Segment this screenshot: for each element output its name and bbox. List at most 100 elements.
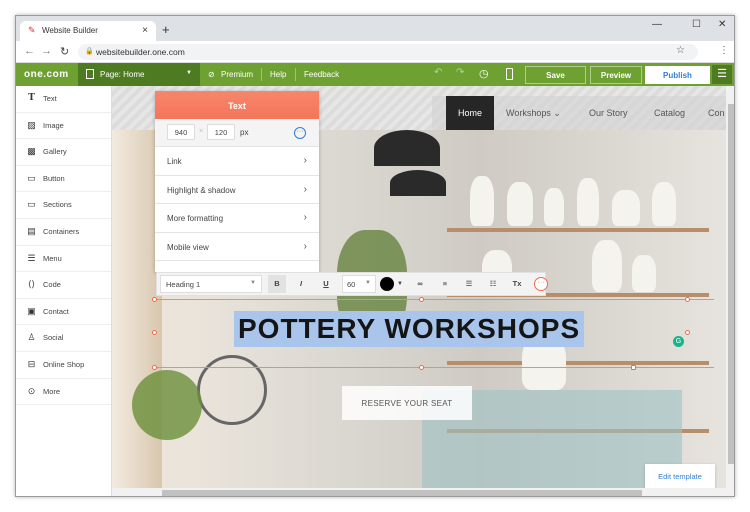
premium-icon: ⊘ bbox=[208, 70, 215, 79]
chevron-down-icon: ⌄ bbox=[553, 108, 561, 118]
minimize-icon[interactable]: — bbox=[652, 19, 662, 30]
panel-row-label: More formatting bbox=[167, 214, 224, 223]
font-size-select[interactable]: 60 ▼ bbox=[342, 275, 376, 293]
unit-label: px bbox=[240, 128, 249, 137]
sidebar-item-social[interactable]: ♙ Social bbox=[16, 325, 111, 352]
browser-menu-icon[interactable]: ⋮ bbox=[719, 45, 729, 56]
url-input[interactable]: 🔒 websitebuilder.one.com bbox=[78, 44, 698, 60]
sidebar-item-image[interactable]: ▨ Image bbox=[16, 113, 111, 140]
sidebar-item-text[interactable]: T Text bbox=[16, 86, 111, 113]
address-bar: ← → ↻ 🔒 websitebuilder.one.com ☆ ⋮ bbox=[16, 41, 734, 63]
clear-format-button[interactable]: Tx bbox=[508, 275, 526, 293]
reserve-seat-button[interactable]: RESERVE YOUR SEAT bbox=[342, 386, 472, 420]
bold-button[interactable]: B bbox=[268, 275, 286, 293]
italic-button[interactable]: I bbox=[292, 275, 310, 293]
panel-row-label: Highlight & shadow bbox=[167, 185, 236, 195]
sidebar-item-label: Code bbox=[43, 280, 61, 290]
sidebar-item-more[interactable]: ⊙ More bbox=[16, 379, 111, 406]
site-nav-home[interactable]: Home bbox=[446, 96, 494, 130]
redo-icon[interactable]: ↷ bbox=[456, 67, 464, 78]
panel-title: Text bbox=[155, 91, 319, 119]
panel-row-highlight-shadow[interactable]: Highlight & shadow › bbox=[155, 176, 319, 204]
chevron-right-icon: › bbox=[303, 212, 307, 223]
site-nav-catalog[interactable]: Catalog bbox=[654, 108, 685, 118]
vertical-scrollbar[interactable] bbox=[726, 86, 734, 488]
sidebar-item-label: Online Shop bbox=[43, 359, 85, 369]
text-icon: T bbox=[28, 93, 35, 103]
bullet-list-icon[interactable]: ☷ bbox=[484, 275, 502, 293]
panel-row-mobile-view[interactable]: Mobile view › bbox=[155, 233, 319, 261]
panel-row-link[interactable]: Link › bbox=[155, 147, 319, 176]
back-icon[interactable]: ← bbox=[24, 45, 35, 57]
text-settings-panel: Text 940 × 120 px ··· Link › Highlight & s… bbox=[155, 91, 319, 272]
button-icon: ▭ bbox=[27, 172, 36, 183]
edit-template-button[interactable]: Edit template bbox=[645, 464, 715, 488]
horizontal-scrollbar[interactable] bbox=[112, 488, 734, 496]
text-format-toolbar: Heading 1 ▼ B I U 60 ▼ ▼ ∞ ≡ ☰ ☷ Tx ··· bbox=[156, 272, 548, 296]
undo-icon[interactable]: ↶ bbox=[434, 67, 442, 78]
text-style-select[interactable]: Heading 1 ▼ bbox=[160, 275, 262, 293]
sidebar-item-label: Button bbox=[43, 173, 65, 183]
close-window-icon[interactable]: ✕ bbox=[718, 19, 726, 30]
feedback-link[interactable]: Feedback bbox=[304, 70, 339, 79]
align-center-icon[interactable]: ≡ bbox=[436, 275, 454, 293]
publish-button[interactable]: Publish bbox=[645, 66, 710, 84]
width-input[interactable]: 940 bbox=[167, 124, 195, 140]
forward-icon[interactable]: → bbox=[41, 45, 52, 57]
numbered-list-icon[interactable]: ☰ bbox=[460, 275, 478, 293]
caret-down-icon[interactable]: ▼ bbox=[397, 281, 403, 287]
link-icon[interactable]: ∞ bbox=[411, 275, 429, 293]
bookmark-star-icon[interactable]: ☆ bbox=[676, 45, 685, 56]
panel-row-label: Mobile view bbox=[167, 242, 209, 252]
caret-down-icon: ▼ bbox=[186, 70, 192, 76]
chevron-right-icon: › bbox=[303, 183, 307, 195]
page-selector-label: Page: Home bbox=[100, 70, 145, 79]
preview-button[interactable]: Preview bbox=[590, 66, 642, 84]
hero-headline[interactable]: POTTERY WORKSHOPS bbox=[234, 311, 585, 347]
sidebar-item-gallery[interactable]: ▩ Gallery bbox=[16, 139, 111, 166]
sidebar-item-contact[interactable]: ▣ Contact bbox=[16, 299, 111, 326]
social-icon: ♙ bbox=[27, 332, 36, 343]
pen-icon: ✎ bbox=[28, 25, 36, 35]
underline-button[interactable]: U bbox=[317, 275, 335, 293]
sidebar-item-sections[interactable]: ▭ Sections bbox=[16, 192, 111, 219]
lock-icon: 🔒 bbox=[85, 48, 94, 55]
tab-title: Website Builder bbox=[42, 26, 98, 35]
menu-icon: ☰ bbox=[27, 252, 36, 263]
more-format-icon[interactable]: ··· bbox=[534, 277, 548, 291]
pages-icon bbox=[86, 69, 94, 79]
chevron-right-icon: › bbox=[303, 155, 307, 166]
sidebar-item-containers[interactable]: ▤ Containers bbox=[16, 219, 111, 246]
page-selector[interactable]: Page: Home ▼ bbox=[78, 63, 200, 86]
panel-row-more-formatting[interactable]: More formatting › bbox=[155, 204, 319, 233]
new-tab-button[interactable]: + bbox=[162, 22, 170, 37]
panel-row-label: Link bbox=[167, 157, 182, 166]
save-button[interactable]: Save bbox=[525, 66, 586, 84]
maximize-icon[interactable]: ☐ bbox=[692, 19, 701, 30]
site-navigation: Home Workshops ⌄ Our Story Catalog Con bbox=[432, 96, 726, 130]
url-text: websitebuilder.one.com bbox=[96, 47, 185, 57]
more-options-icon[interactable]: ··· bbox=[294, 127, 306, 139]
grammarly-icon[interactable]: G bbox=[673, 336, 684, 347]
reload-icon[interactable]: ↻ bbox=[60, 45, 69, 58]
tab-bar: ✎ Website Builder × + — ☐ ✕ bbox=[16, 16, 734, 41]
logo: one.com bbox=[24, 69, 69, 80]
sidebar-item-button[interactable]: ▭ Button bbox=[16, 166, 111, 193]
browser-tab[interactable]: ✎ Website Builder × bbox=[20, 21, 156, 41]
sidebar-item-label: Sections bbox=[43, 200, 72, 210]
help-link[interactable]: Help bbox=[270, 70, 286, 79]
history-icon[interactable]: ◷ bbox=[479, 67, 489, 80]
sidebar-item-online-shop[interactable]: ⊟ Online Shop bbox=[16, 352, 111, 379]
height-input[interactable]: 120 bbox=[207, 124, 235, 140]
mobile-view-icon[interactable] bbox=[506, 68, 513, 80]
sidebar-item-menu[interactable]: ☰ Menu bbox=[16, 246, 111, 273]
premium-link[interactable]: Premium bbox=[221, 70, 253, 79]
component-sidebar: T Text ▨ Image ▩ Gallery ▭ Button ▭ Sections ▤ Cont… bbox=[16, 86, 112, 496]
hamburger-menu-icon[interactable]: ☰ bbox=[712, 65, 732, 84]
sidebar-item-code[interactable]: ⟨⟩ Code bbox=[16, 272, 111, 299]
text-color-swatch[interactable] bbox=[380, 277, 394, 291]
site-nav-contact[interactable]: Con bbox=[708, 108, 725, 118]
close-tab-icon[interactable]: × bbox=[142, 25, 148, 36]
site-nav-our-story[interactable]: Our Story bbox=[589, 108, 628, 118]
site-nav-workshops[interactable]: Workshops ⌄ bbox=[506, 108, 561, 119]
